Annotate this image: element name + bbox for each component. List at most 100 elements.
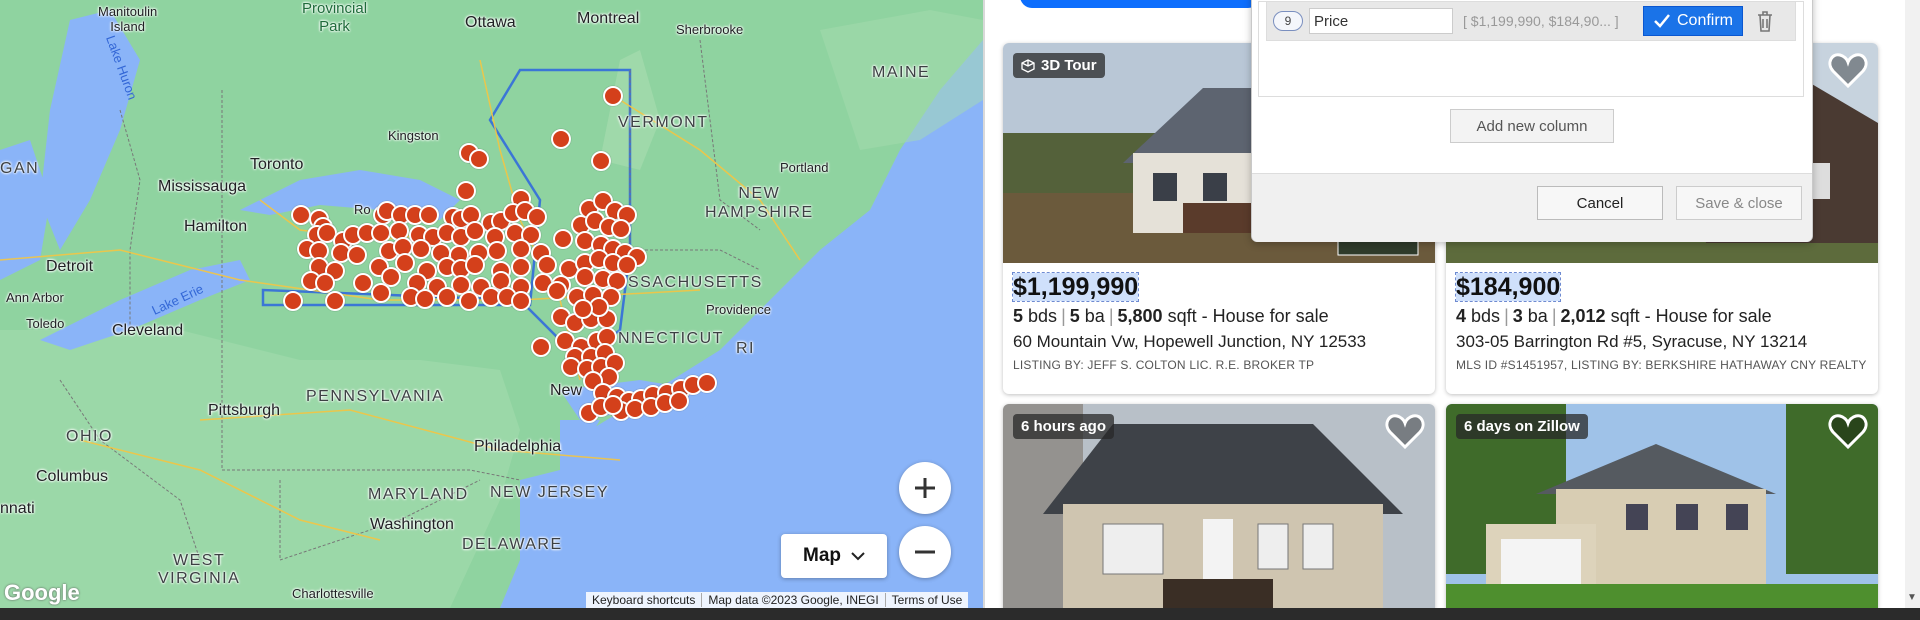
label-cleveland: Cleveland: [112, 322, 184, 339]
save-close-button[interactable]: Save & close: [1676, 186, 1802, 220]
baths-unit: ba: [1084, 306, 1105, 326]
listing-pin[interactable]: [465, 255, 485, 275]
listing-pin[interactable]: [411, 239, 431, 259]
listing-pin[interactable]: [575, 267, 595, 287]
favorite-heart-icon[interactable]: [1385, 412, 1425, 450]
listing-facts: 5 bds | 5 ba | 5,800 sqft - House for sale: [1013, 306, 1329, 326]
listing-attribution: LISTING BY: JEFF S. COLTON LIC. R.E. BRO…: [1013, 358, 1315, 372]
label-philadelphia: Philadelphia: [474, 438, 562, 455]
listing-pin[interactable]: [459, 291, 479, 311]
listing-pin[interactable]: [283, 291, 303, 311]
dialog-footer: Cancel Save & close: [1252, 173, 1812, 242]
label-connecticut: NNECTICUT: [618, 330, 724, 347]
listing-pin[interactable]: [291, 205, 311, 225]
add-new-column-button[interactable]: Add new column: [1450, 109, 1614, 143]
baths-count: 3: [1512, 306, 1523, 326]
confirm-button[interactable]: Confirm: [1643, 6, 1743, 36]
listing-pin[interactable]: [551, 129, 571, 149]
listing-badge: 6 hours ago: [1013, 414, 1115, 439]
taskbar-strip: [0, 608, 1920, 620]
baths-count: 5: [1069, 306, 1080, 326]
map-type-dropdown[interactable]: Map: [781, 534, 887, 578]
listing-pin[interactable]: [511, 239, 531, 259]
favorite-heart-icon[interactable]: [1828, 412, 1868, 450]
label-rhode-island: RI: [736, 340, 755, 357]
label-massachusetts: SSACHUSETTS: [628, 274, 763, 291]
listing-pin[interactable]: [531, 337, 551, 357]
sqft-unit: sqft: [1167, 306, 1197, 326]
listing-pin[interactable]: [315, 273, 335, 293]
listing-photo[interactable]: 6 days on Zillow: [1446, 404, 1878, 608]
listing-pin[interactable]: [669, 391, 689, 411]
listing-pin[interactable]: [537, 255, 557, 275]
top-action-button[interactable]: [1020, 0, 1260, 8]
favorite-heart-icon[interactable]: [1828, 51, 1868, 89]
listings-panel[interactable]: 3D Tour $1,199,990 5 bds | 5 ba | 5,800 sqft…: [985, 0, 1905, 608]
trash-icon[interactable]: [1755, 9, 1775, 33]
baths-unit: ba: [1527, 306, 1548, 326]
label-west-virginia: WEST VIRGINIA: [158, 552, 241, 587]
listing-photo[interactable]: 6 hours ago: [1003, 404, 1435, 608]
listing-pin[interactable]: [415, 289, 435, 309]
beds-count: 5: [1013, 306, 1024, 326]
listing-pin[interactable]: [487, 241, 507, 261]
zoom-in-button[interactable]: [899, 462, 951, 514]
listing-status: - House for sale: [1644, 306, 1772, 326]
listing-pin[interactable]: [437, 287, 457, 307]
listing-pin[interactable]: [603, 86, 623, 106]
listing-pin[interactable]: [465, 221, 485, 241]
listing-address[interactable]: 303-05 Barrington Rd #5, Syracuse, NY 13…: [1446, 327, 1878, 352]
listing-pin[interactable]: [371, 283, 391, 303]
cancel-button[interactable]: Cancel: [1537, 186, 1663, 220]
listing-pin[interactable]: [371, 223, 391, 243]
listing-pin[interactable]: [697, 373, 717, 393]
column-row[interactable]: 9 [ $1,199,990, $184,90... ] Confirm: [1266, 1, 1796, 41]
sqft-value: 5,800: [1117, 306, 1163, 326]
label-delaware: DELAWARE: [462, 536, 563, 553]
column-editor-dialog[interactable]: 9 [ $1,199,990, $184,90... ] Confirm Add…: [1251, 0, 1813, 242]
map-view[interactable]: Manitoulin Island Provincial Park Ottawa M…: [0, 0, 983, 608]
column-name-input[interactable]: [1309, 8, 1453, 34]
listing-price-value: $1,199,990: [1011, 272, 1140, 302]
scroll-down-arrow-icon[interactable]: ▼: [1907, 592, 1917, 603]
map-data-text: Map data ©2023 Google, INEGI: [702, 593, 886, 607]
listing-pin[interactable]: [603, 395, 623, 415]
terms-link[interactable]: Terms of Use: [886, 593, 969, 607]
listing-card-4[interactable]: 6 days on Zillow: [1446, 404, 1878, 608]
listing-pin[interactable]: [527, 207, 547, 227]
listing-pin[interactable]: [325, 291, 345, 311]
listing-pin[interactable]: [511, 291, 531, 311]
listing-pin[interactable]: [469, 149, 489, 169]
confirm-label: Confirm: [1676, 12, 1733, 29]
listing-address[interactable]: 60 Mountain Vw, Hopewell Junction, NY 12…: [1003, 327, 1435, 352]
label-montreal: Montreal: [577, 10, 640, 27]
listing-pin[interactable]: [419, 205, 439, 225]
label-hamilton: Hamilton: [184, 218, 248, 235]
listing-pin[interactable]: [353, 273, 373, 293]
label-provincial-park: Provincial Park: [302, 0, 368, 35]
label-washington: Washington: [370, 516, 454, 533]
label-providence: Providence: [706, 302, 772, 317]
listing-pin[interactable]: [347, 245, 367, 265]
listing-pin[interactable]: [553, 229, 573, 249]
label-vermont: VERMONT: [618, 114, 709, 131]
label-new-hampshire: NEW HAMPSHIRE: [705, 185, 814, 221]
label-rochester: Ro: [354, 202, 371, 217]
scrollbar[interactable]: ▼: [1905, 0, 1920, 608]
label-portland: Portland: [780, 160, 829, 175]
label-toledo: Toledo: [26, 316, 65, 331]
listing-pin[interactable]: [547, 281, 567, 301]
minus-icon: [915, 550, 935, 554]
label-ann-arbor: Ann Arbor: [6, 290, 64, 305]
label-cincinnati: nnati: [0, 500, 35, 517]
beds-count: 4: [1456, 306, 1467, 326]
listing-pin[interactable]: [591, 151, 611, 171]
keyboard-shortcuts-link[interactable]: Keyboard shortcuts: [586, 593, 703, 607]
listing-pin[interactable]: [511, 257, 531, 277]
listing-pin[interactable]: [573, 299, 593, 319]
zoom-out-button[interactable]: [899, 526, 951, 578]
listing-pin[interactable]: [456, 181, 476, 201]
listing-facts: 4 bds | 3 ba | 2,012 sqft - House for sale: [1456, 306, 1772, 326]
listing-pin[interactable]: [611, 219, 631, 239]
listing-card-3[interactable]: 6 hours ago: [1003, 404, 1435, 608]
